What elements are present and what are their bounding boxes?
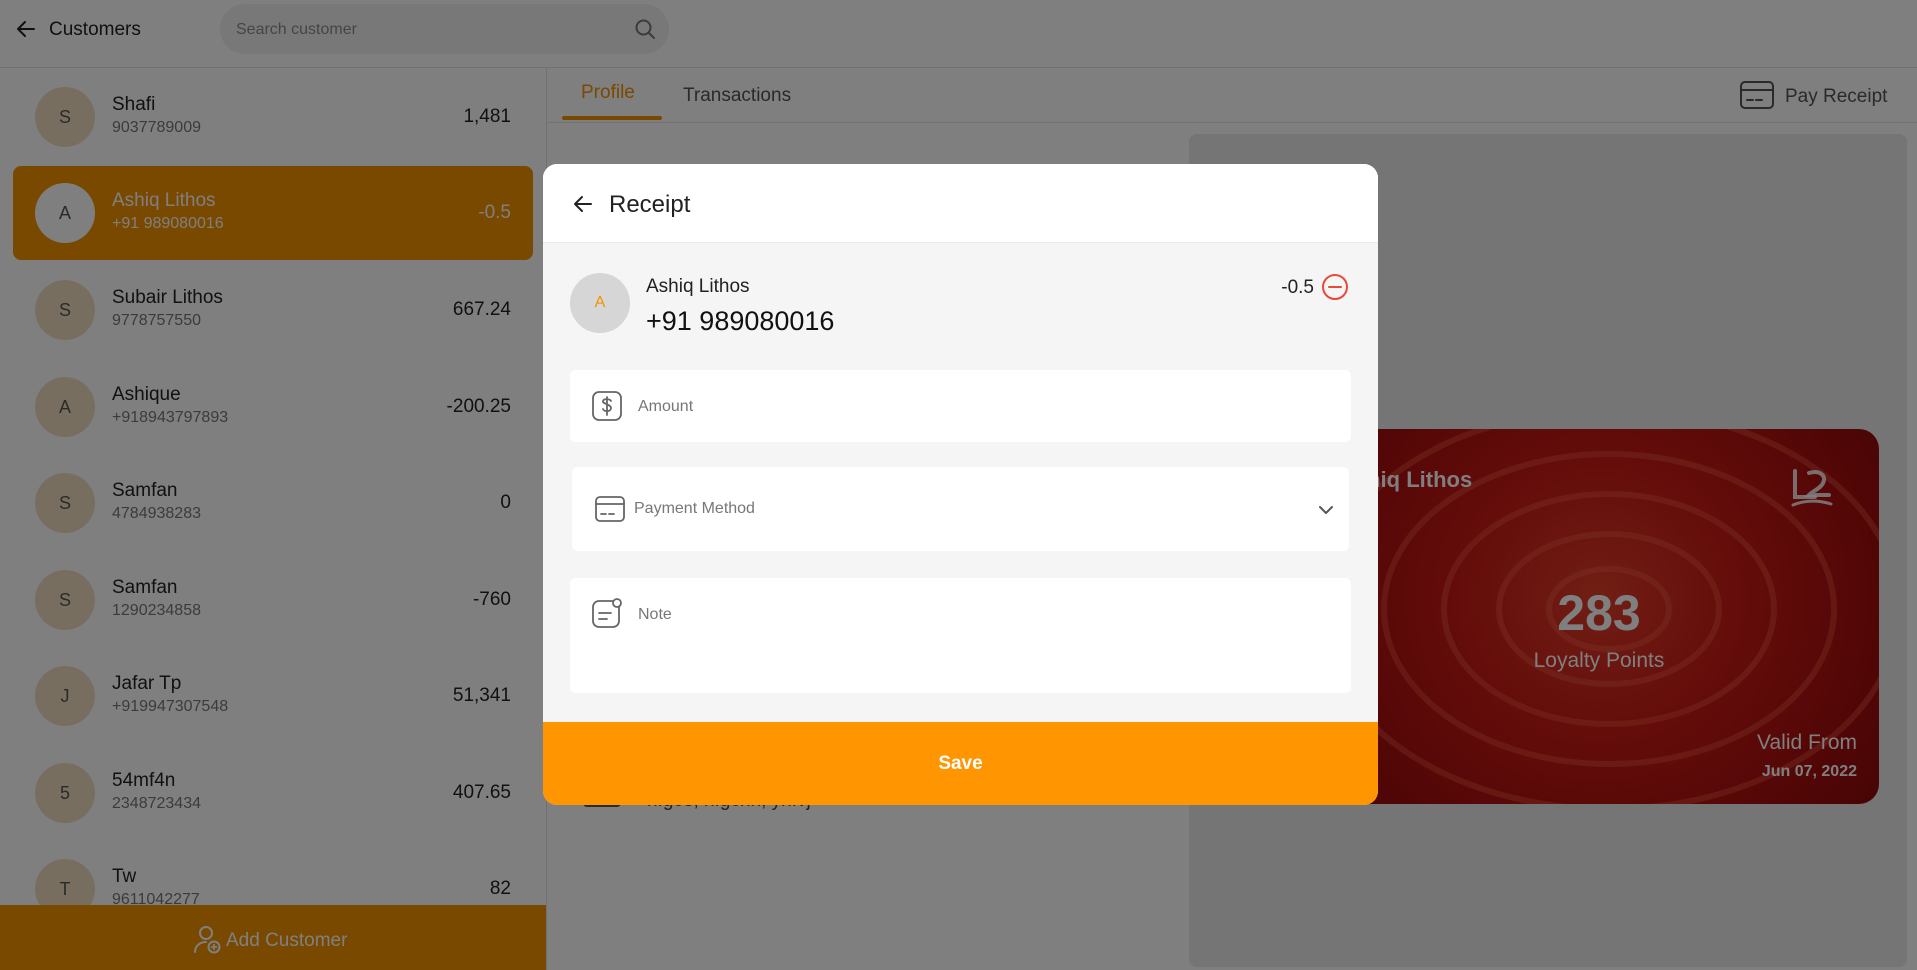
dialog-header: Receipt xyxy=(543,164,1378,243)
chevron-down-icon xyxy=(1319,506,1333,514)
dollar-icon xyxy=(592,391,622,421)
dialog-title: Receipt xyxy=(609,191,691,218)
note-input[interactable] xyxy=(636,604,1320,678)
avatar: A xyxy=(570,273,630,333)
save-button[interactable]: Save xyxy=(543,722,1378,805)
note-field xyxy=(570,578,1351,693)
amount-field xyxy=(570,370,1351,442)
customer-name: Ashiq Lithos xyxy=(646,276,750,297)
amount-input[interactable] xyxy=(636,392,1320,422)
card-icon xyxy=(595,496,625,522)
customer-phone: +91 989080016 xyxy=(646,306,835,336)
payment-method-select[interactable]: Payment Method xyxy=(572,467,1349,551)
payment-method-label: Payment Method xyxy=(634,500,755,517)
minus-circle-icon xyxy=(1322,274,1348,300)
customer-balance: -0.5 xyxy=(1281,277,1314,298)
back-arrow-icon[interactable] xyxy=(571,192,595,216)
receipt-dialog: Receipt A Ashiq Lithos +91 989080016 -0.… xyxy=(543,164,1378,805)
note-icon xyxy=(592,598,622,628)
